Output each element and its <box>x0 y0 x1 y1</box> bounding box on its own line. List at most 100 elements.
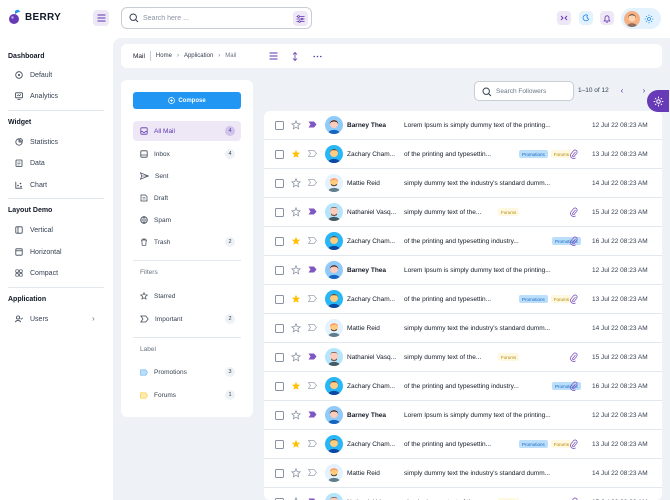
important-filled-icon[interactable] <box>308 208 317 215</box>
sender-name: Mattie Reid <box>347 180 380 187</box>
compose-button[interactable]: Compose <box>133 92 241 109</box>
sidebar-item-default[interactable]: Default <box>15 69 52 81</box>
star-filled-icon[interactable] <box>291 149 301 159</box>
mail-checkbox[interactable] <box>275 121 284 130</box>
folder-all-mail[interactable]: All Mail 4 <box>133 121 241 141</box>
sidebar-item-horizontal[interactable]: Horizontal <box>15 246 62 258</box>
breadcrumb-home[interactable]: Home <box>156 53 172 59</box>
important-filled-icon[interactable] <box>308 266 317 273</box>
folder-draft[interactable]: Draft <box>133 188 241 208</box>
sidebar-item-analytics[interactable]: Analytics <box>15 90 58 102</box>
label-promotions[interactable]: Promotions 3 <box>133 362 241 382</box>
mail-checkbox[interactable] <box>275 411 284 420</box>
star-filled-icon[interactable] <box>291 294 301 304</box>
sidebar-item-data[interactable]: Data <box>15 157 45 169</box>
sidebar-item-users[interactable]: Users <box>15 313 48 325</box>
drawer-toggle-button[interactable] <box>268 51 278 61</box>
important-filled-icon[interactable] <box>308 121 317 128</box>
folder-trash[interactable]: Trash 2 <box>133 232 241 252</box>
menu-toggle-button[interactable] <box>93 10 109 26</box>
sidebar-item-vertical[interactable]: Vertical <box>15 224 53 236</box>
search-input[interactable] <box>143 12 283 24</box>
mail-row[interactable]: Nathaniel Vasq...simply dummy text of th… <box>264 198 662 227</box>
mail-row[interactable]: Mattie Reid simply dummy text the industr… <box>264 169 662 198</box>
language-button[interactable] <box>557 11 571 25</box>
mail-row[interactable]: Zachary Cham... of the printing and types… <box>264 372 662 401</box>
customization-button[interactable] <box>647 90 669 112</box>
mail-checkbox[interactable] <box>275 382 284 391</box>
mail-tag: Promotions <box>519 295 548 303</box>
followers-search-input[interactable] <box>496 86 570 97</box>
important-icon[interactable] <box>308 295 317 302</box>
breadcrumb-application[interactable]: Application <box>184 53 213 59</box>
mail-checkbox[interactable] <box>275 208 284 217</box>
important-icon[interactable] <box>308 382 317 389</box>
mail-checkbox[interactable] <box>275 469 284 478</box>
important-filled-icon[interactable] <box>308 411 317 418</box>
important-icon[interactable] <box>308 440 317 447</box>
important-icon[interactable] <box>308 179 317 186</box>
mail-row[interactable]: Barney Thea Lorem Ipsum is simply dummy t… <box>264 401 662 430</box>
mail-date: 15 Jul 22 08:23 AM <box>592 209 648 216</box>
filter-starred[interactable]: Starred <box>133 286 241 306</box>
mail-checkbox[interactable] <box>275 440 284 449</box>
mail-row[interactable]: Zachary Cham... of the printing and types… <box>264 285 662 314</box>
mail-checkbox[interactable] <box>275 266 284 275</box>
important-icon[interactable] <box>308 237 317 244</box>
label-forums[interactable]: Forums 1 <box>133 385 241 405</box>
mail-checkbox[interactable] <box>275 179 284 188</box>
mail-row[interactable]: Zachary Cham... of the printing and types… <box>264 227 662 256</box>
star-filled-icon[interactable] <box>291 236 301 246</box>
mail-row[interactable]: Mattie Reid simply dummy text the industr… <box>264 459 662 488</box>
sidebar-item-statistics[interactable]: Statistics <box>15 136 58 148</box>
mail-checkbox[interactable] <box>275 324 284 333</box>
star-filled-icon[interactable] <box>291 381 301 391</box>
star-icon[interactable] <box>291 265 301 275</box>
star-icon[interactable] <box>291 410 301 420</box>
star-icon[interactable] <box>291 323 301 333</box>
sender-avatar <box>325 261 343 279</box>
star-filled-icon[interactable] <box>291 439 301 449</box>
important-icon[interactable] <box>308 324 317 331</box>
prev-page-button[interactable]: ‹ <box>616 84 628 96</box>
mail-row[interactable]: Zachary Cham... of the printing and types… <box>264 430 662 459</box>
row-height-button[interactable] <box>290 51 300 61</box>
star-icon[interactable] <box>291 178 301 188</box>
mail-row[interactable]: Barney Thea Lorem Ipsum is simply dummy t… <box>264 111 662 140</box>
sidebar: Dashboard Default Analytics Widget Stati… <box>0 38 112 500</box>
mail-date: 14 Jul 22 08:23 AM <box>592 470 648 477</box>
important-icon[interactable] <box>308 150 317 157</box>
theme-toggle-button[interactable] <box>579 11 593 25</box>
logo[interactable]: BERRY <box>8 9 61 25</box>
search-filter-button[interactable] <box>293 11 308 26</box>
mail-checkbox[interactable] <box>275 295 284 304</box>
star-icon[interactable] <box>291 120 301 130</box>
folder-inbox[interactable]: Inbox 4 <box>133 144 241 164</box>
mail-checkbox[interactable] <box>275 353 284 362</box>
filters-heading: Filters <box>140 269 158 276</box>
sidebar-item-label: Data <box>30 159 45 167</box>
star-icon[interactable] <box>291 352 301 362</box>
important-filled-icon[interactable] <box>308 353 317 360</box>
mail-row[interactable]: Nathaniel Vasq...simply dummy text of th… <box>264 343 662 372</box>
mail-checkbox[interactable] <box>275 150 284 159</box>
star-icon[interactable] <box>291 207 301 217</box>
mail-preview: of the printing and typesettin... <box>404 441 492 448</box>
folder-spam[interactable]: Spam <box>133 210 241 230</box>
important-icon[interactable] <box>308 469 317 476</box>
mail-row[interactable]: Nathaniel Vasq...simply dummy text of th… <box>264 488 662 500</box>
mail-row[interactable]: Mattie Reid simply dummy text the industr… <box>264 314 662 343</box>
more-options-button[interactable] <box>312 51 322 61</box>
notification-button[interactable] <box>600 11 614 25</box>
sidebar-item-compact[interactable]: Compact <box>15 267 58 279</box>
filter-label: Starred <box>154 292 176 300</box>
mail-row[interactable]: Barney Thea Lorem Ipsum is simply dummy t… <box>264 256 662 285</box>
profile-menu[interactable] <box>621 8 661 29</box>
mail-checkbox[interactable] <box>275 237 284 246</box>
star-icon[interactable] <box>291 468 301 478</box>
sender-name: Nathaniel Vasq... <box>347 354 397 361</box>
sidebar-item-chart[interactable]: Chart <box>15 179 47 191</box>
folder-sent[interactable]: Sent <box>133 166 241 186</box>
mail-row[interactable]: Zachary Cham... of the printing and types… <box>264 140 662 169</box>
filter-important[interactable]: Important 2 <box>133 309 241 329</box>
